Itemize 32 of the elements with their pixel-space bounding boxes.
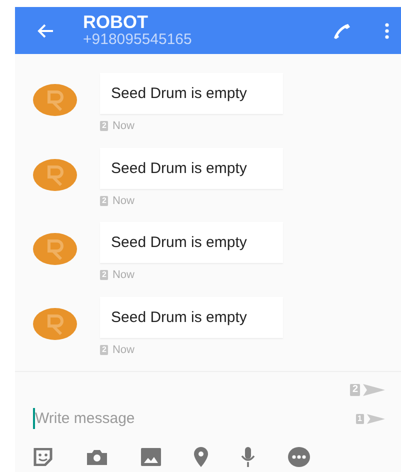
more-icon[interactable] [288,447,310,467]
avatar-icon [33,233,77,265]
send-button[interactable]: 1 [354,412,387,426]
message-bubble: Seed Drum is empty [100,148,283,188]
send-arrow-icon [363,384,385,396]
send-button[interactable]: 2 [348,382,387,398]
microphone-icon[interactable] [241,447,255,467]
phone-number: +918095545165 [83,30,193,48]
phone-icon [332,22,352,40]
sim-badge: 2 [100,196,108,206]
camera-icon[interactable] [86,449,108,465]
message-time: Now [112,344,134,356]
sim-badge: 2 [100,121,108,131]
message-input[interactable]: Write message [33,408,354,429]
more-vertical-icon [385,22,389,38]
avatar-icon [33,308,77,340]
back-arrow-icon [36,22,54,38]
image-icon[interactable] [141,448,161,466]
message-bubble: Seed Drum is empty [100,222,283,263]
contact-name: ROBOT [83,12,149,30]
message-time: Now [112,269,134,281]
avatar-icon [33,158,77,190]
sticker-icon[interactable] [33,448,53,466]
message-bubble: Seed Drum is empty [100,73,283,114]
avatar-icon [33,84,77,116]
location-pin-icon[interactable] [194,447,208,467]
sim-badge: 2 [100,344,108,354]
send-arrow-icon [367,414,385,424]
message-time: Now [112,194,134,206]
message-time: Now [112,120,134,132]
sim-badge: 2 [100,270,108,280]
message-bubble: Seed Drum is empty [100,296,283,338]
